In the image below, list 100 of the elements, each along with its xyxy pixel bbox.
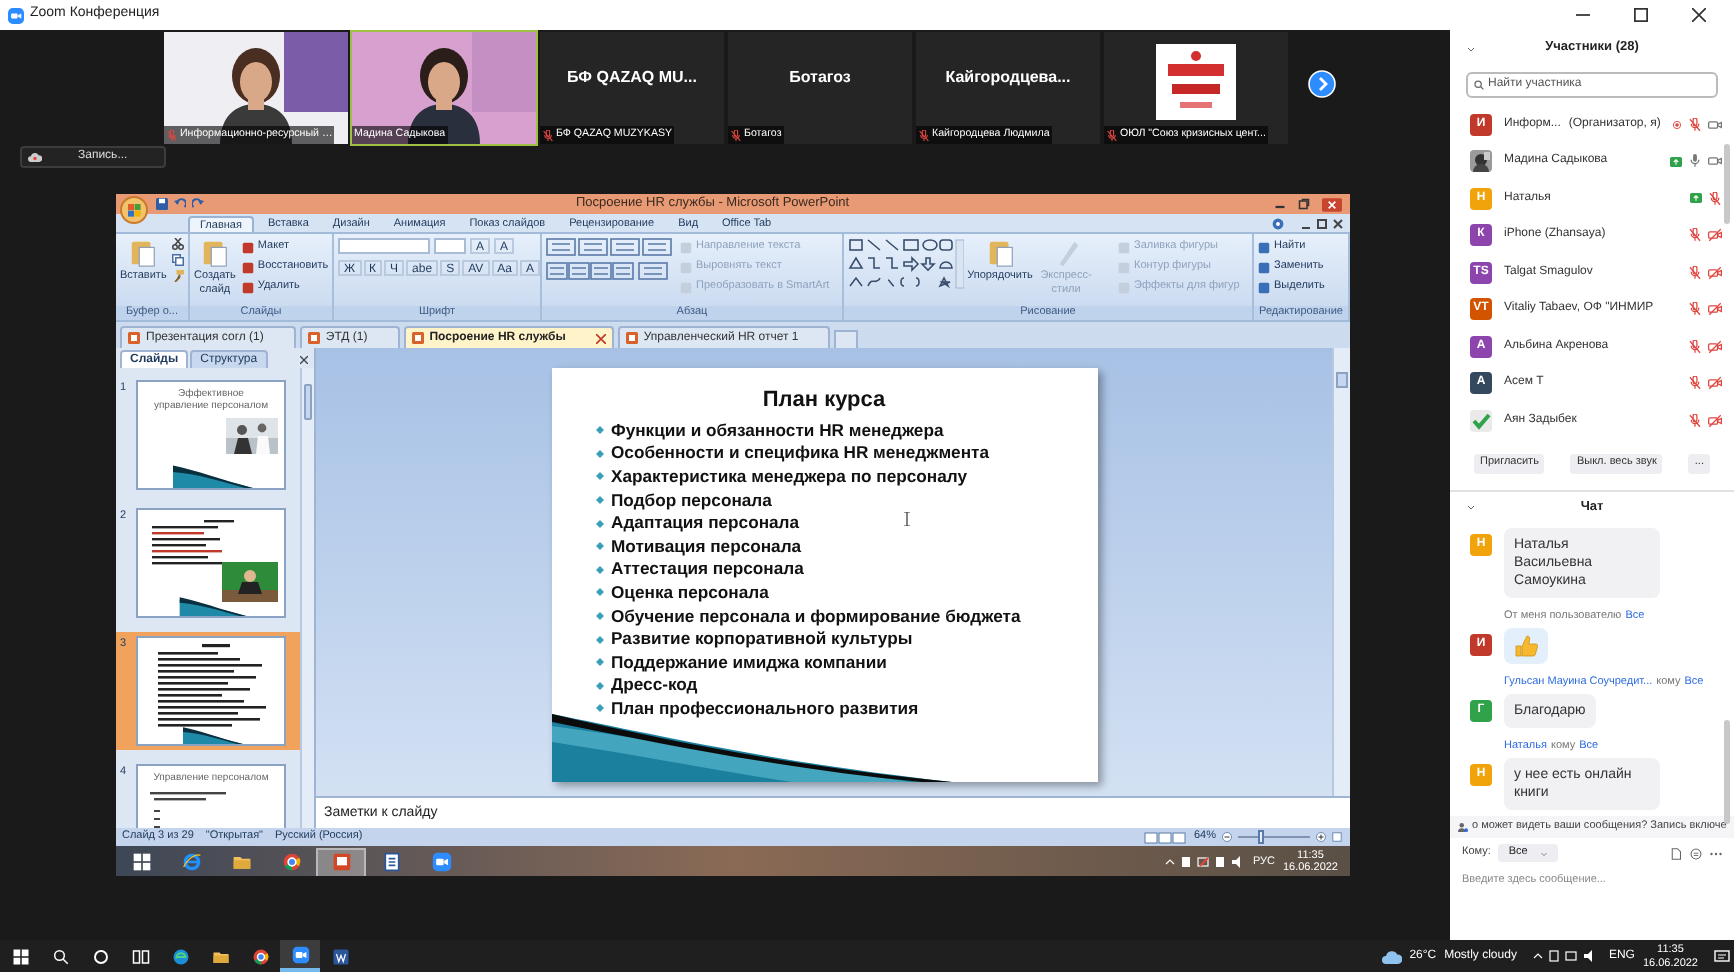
people-icon [1458, 822, 1468, 832]
camera-icon[interactable] [1708, 154, 1722, 169]
copy-icon[interactable] [172, 254, 185, 266]
view-buttons-icon[interactable] [1143, 831, 1188, 843]
scrollbar[interactable] [1332, 348, 1350, 796]
presentation-icon [307, 332, 320, 344]
bullet-text: Мотивация персонала [611, 533, 802, 560]
zoom-slider-thumb[interactable] [1257, 830, 1264, 844]
fit-window-icon[interactable] [1332, 832, 1342, 842]
font-size-field[interactable] [434, 238, 466, 254]
bullet-text: Особенности и специфика HR менеджмента [611, 440, 990, 467]
cloud-icon [28, 152, 42, 162]
bullet-icon [595, 426, 603, 435]
camera-off-icon[interactable] [1708, 302, 1722, 317]
start-icon [131, 852, 151, 872]
file-icon[interactable] [1670, 847, 1682, 859]
ribbon-window-controls-icon[interactable] [1300, 218, 1344, 230]
shapes-gallery-drawing[interactable] [848, 238, 964, 290]
help-icon[interactable] [1272, 218, 1284, 230]
muted-mic-icon[interactable] [1688, 413, 1702, 428]
browser-icon [171, 947, 189, 965]
close-icon[interactable] [300, 356, 308, 364]
bullet-icon [595, 565, 603, 574]
taskbar-button[interactable] [280, 940, 320, 972]
presentation-icon [128, 332, 140, 344]
browser-icon [281, 852, 301, 872]
circle-icon [91, 947, 109, 965]
bullet-icon [595, 612, 603, 621]
camera-off-icon[interactable] [1708, 413, 1722, 428]
minimize-icon[interactable] [1576, 8, 1590, 22]
save-icon[interactable] [156, 198, 168, 210]
arrange-icon [985, 238, 1015, 268]
slide-title: План курса [762, 386, 888, 416]
muted-mic-icon[interactable] [1688, 265, 1702, 280]
scrollbar[interactable] [1724, 144, 1730, 224]
notifications-icon[interactable] [1714, 949, 1730, 963]
cut-icon[interactable] [172, 238, 185, 250]
office-button-icon[interactable] [120, 196, 148, 224]
weather-cloud-icon [1381, 949, 1402, 963]
bullet-icon [595, 658, 603, 667]
search-icon [51, 947, 69, 965]
bullet-text: Дресс-код [611, 672, 698, 699]
undo-icon[interactable] [174, 198, 186, 210]
bullet-icon [595, 635, 603, 644]
mic-icon[interactable] [1688, 154, 1702, 169]
bullet-icon [595, 704, 603, 713]
caret-icon [1539, 849, 1548, 857]
muted-mic-icon[interactable] [1708, 191, 1722, 206]
zoom-out-icon[interactable] [1222, 832, 1232, 842]
font-name-field[interactable] [338, 238, 430, 254]
bullet-text: Подбор персонала [611, 487, 772, 514]
scrollbar[interactable] [1724, 720, 1730, 824]
tray-icons-drawing[interactable] [1164, 856, 1245, 868]
bullet-text: Функции и обязанности HR менеджера [611, 417, 944, 444]
participant-name: БФ QAZAQ MU... [567, 66, 697, 90]
muted-mic-icon[interactable] [1688, 339, 1702, 354]
bullet-text: Поддержание имиджа компании [611, 649, 887, 676]
video-camera-icon [431, 852, 451, 872]
start-icon [11, 947, 29, 965]
bullet-text: Обучение персонала и формирование бюджета [611, 603, 1021, 629]
presentation-icon [625, 332, 638, 344]
browser-icon [251, 947, 269, 965]
bullet-icon [595, 588, 603, 597]
next-page-icon[interactable] [1308, 70, 1336, 98]
format-painter-icon[interactable] [172, 270, 185, 282]
bullet-text: Характеристика менеджера по персоналу [611, 464, 968, 490]
redo-icon[interactable] [192, 198, 204, 210]
camera-off-icon[interactable] [1708, 228, 1722, 243]
folder-icon [211, 947, 229, 965]
slide-thumbnail[interactable] [136, 508, 286, 618]
slide-thumbnail[interactable] [136, 636, 286, 746]
muted-mic-icon[interactable] [1688, 376, 1702, 391]
presentation-app-icon [331, 852, 351, 872]
camera-off-icon[interactable] [1708, 376, 1722, 391]
text-cursor-icon [903, 512, 909, 526]
search-icon [1474, 80, 1484, 90]
muted-mic-icon[interactable] [1688, 117, 1702, 132]
maximize-icon[interactable] [1634, 8, 1648, 22]
screenshot-icon[interactable] [1690, 847, 1702, 859]
browser-icon [181, 852, 201, 872]
zoom-in-icon[interactable] [1316, 832, 1326, 842]
bullet-icon [595, 496, 603, 505]
paste-icon [128, 238, 159, 268]
scrollbar[interactable] [300, 368, 314, 828]
camera-off-icon[interactable] [1708, 339, 1722, 354]
bullet-text: Адаптация персонала [611, 510, 800, 537]
bullet-text: План профессионального развития [611, 695, 919, 722]
camera-icon[interactable] [1708, 117, 1722, 132]
document-app-icon [381, 852, 401, 872]
paragraph-buttons-drawing[interactable] [546, 238, 674, 282]
restore-icon[interactable] [1298, 198, 1310, 210]
bullet-text: Развитие корпоративной культуры [611, 626, 913, 653]
muted-mic-icon[interactable] [1688, 302, 1702, 317]
muted-mic-icon[interactable] [1688, 228, 1702, 243]
participant-name: Ботагоз [789, 66, 851, 90]
thumbs-up-icon [1514, 633, 1538, 658]
new-slide-icon [199, 238, 230, 268]
camera-off-icon[interactable] [1708, 265, 1722, 280]
document-app-icon [331, 947, 349, 965]
close-icon[interactable] [1692, 8, 1706, 22]
